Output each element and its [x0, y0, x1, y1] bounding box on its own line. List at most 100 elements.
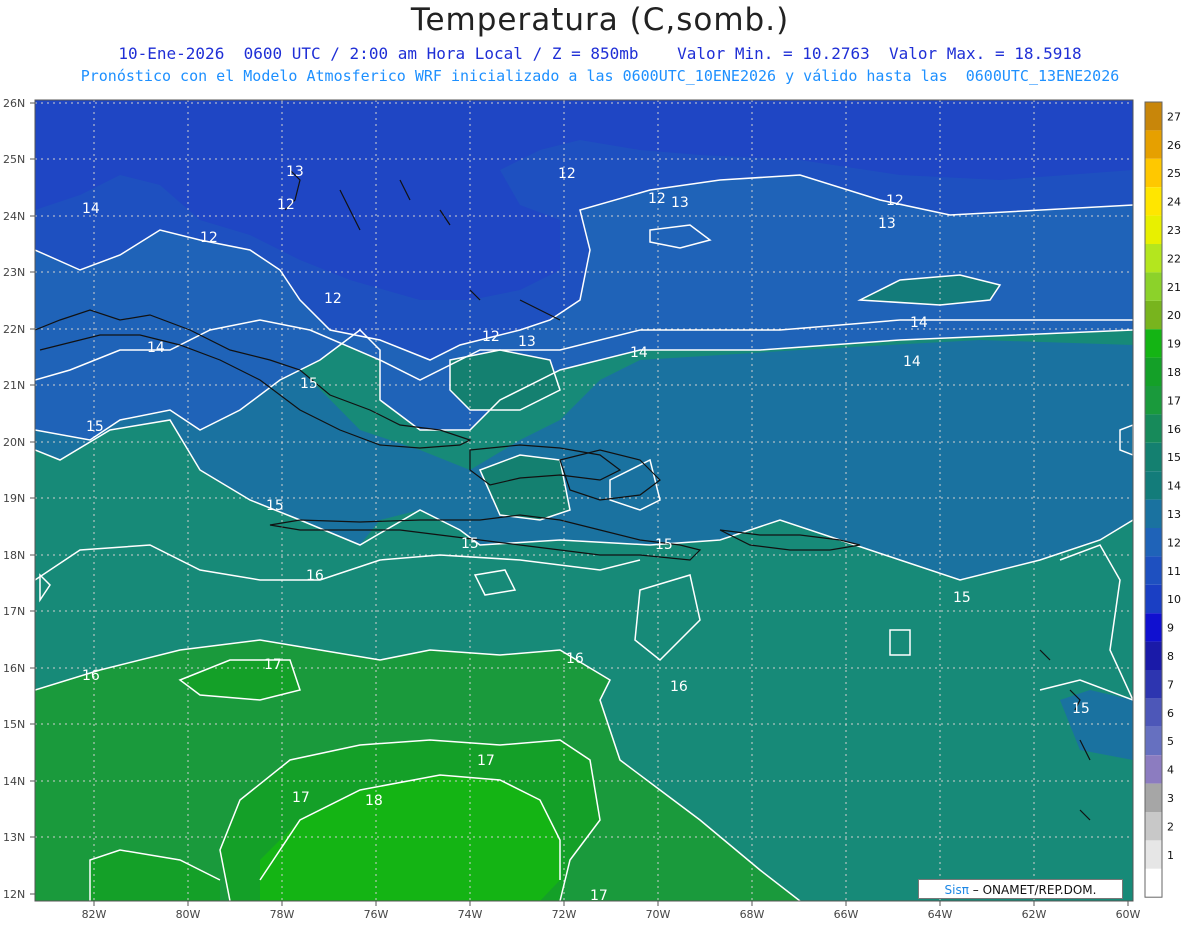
colorbar-label: 7 [1167, 678, 1174, 691]
contour-label: 16 [670, 679, 688, 695]
colorbar-swatch [1145, 783, 1162, 812]
lon-label: 68W [740, 908, 765, 921]
contour-label: 15 [461, 536, 479, 552]
contour-label: 14 [147, 340, 165, 356]
lat-label: 25N [3, 153, 25, 166]
credit-text: – ONAMET/REP.DOM. [968, 883, 1097, 897]
contour-label: 15 [655, 537, 673, 553]
contour-label: 12 [886, 193, 904, 209]
contour-label: 12 [558, 166, 576, 182]
lon-label: 80W [176, 908, 201, 921]
lon-label: 74W [458, 908, 483, 921]
colorbar-swatch [1145, 300, 1162, 330]
contour-label: 14 [903, 354, 921, 370]
colorbar-label: 21 [1167, 281, 1181, 294]
colorbar-label: 1 [1167, 849, 1174, 862]
lat-label: 23N [3, 266, 25, 279]
colorbar-label: 22 [1167, 252, 1181, 265]
longitude-labels: 82W 80W 78W 76W 74W 72W 70W 68W 66W 64W … [82, 908, 1141, 921]
lat-label: 26N [3, 97, 25, 110]
lon-label: 70W [646, 908, 671, 921]
colorbar-label: 12 [1167, 536, 1181, 549]
colorbar-swatch [1145, 840, 1162, 869]
contour-label: 15 [1072, 701, 1090, 717]
lat-label: 22N [3, 323, 25, 336]
lat-label: 19N [3, 492, 25, 505]
colorbar-label: 18 [1167, 366, 1181, 379]
lat-label: 14N [3, 775, 25, 788]
lat-label: 13N [3, 831, 25, 844]
colorbar-swatch [1145, 641, 1162, 670]
contour-label: 12 [200, 230, 218, 246]
lon-label: 78W [270, 908, 295, 921]
colorbar-swatch [1145, 329, 1162, 358]
contour-label: 16 [82, 668, 100, 684]
contour-label: 14 [630, 345, 648, 361]
contour-label: 18 [365, 793, 383, 809]
colorbar-label: 26 [1167, 139, 1181, 152]
colorbar-label: 4 [1167, 764, 1174, 777]
lon-label: 76W [364, 908, 389, 921]
lat-label: 21N [3, 379, 25, 392]
colorbar-label: 23 [1167, 224, 1181, 237]
lat-label: 24N [3, 210, 25, 223]
colorbar-label: 25 [1167, 167, 1181, 180]
colorbar-label: 27 [1167, 110, 1181, 123]
lat-label: 16N [3, 662, 25, 675]
contour-label: 17 [477, 753, 495, 769]
colorbar-swatch [1145, 812, 1162, 841]
colorbar-swatch [1145, 613, 1162, 642]
contour-label: 14 [910, 315, 928, 331]
lon-label: 82W [82, 908, 107, 921]
colorbar-swatch [1145, 272, 1162, 301]
contour-label: 17 [264, 657, 282, 673]
colorbar-label: 8 [1167, 650, 1174, 663]
contour-label: 13 [286, 164, 304, 180]
contour-label: 16 [566, 651, 584, 667]
colorbar-label: 14 [1167, 480, 1181, 493]
colorbar-swatch [1145, 442, 1162, 472]
colorbar: 2726252423222120191817161514131211109876… [1144, 101, 1181, 898]
colorbar-label: 16 [1167, 423, 1181, 436]
contour-label: 13 [671, 195, 689, 211]
colorbar-swatch [1145, 499, 1162, 528]
colorbar-swatch [1145, 755, 1162, 784]
lon-label: 72W [552, 908, 577, 921]
map-canvas: 26N 25N 24N 23N 22N 21N 20N 19N 18N 17N … [3, 97, 1181, 921]
colorbar-label: 19 [1167, 338, 1181, 351]
contour-label: 15 [86, 419, 104, 435]
contour-label: 15 [300, 376, 318, 392]
contour-label: 12 [648, 191, 666, 207]
lat-label: 18N [3, 549, 25, 562]
contour-label: 16 [306, 568, 324, 584]
colorbar-swatch [1145, 386, 1162, 415]
lon-label: 66W [834, 908, 859, 921]
colorbar-swatch [1145, 215, 1162, 244]
contour-label: 17 [292, 790, 310, 806]
colorbar-label: 3 [1167, 792, 1174, 805]
lat-label: 20N [3, 436, 25, 449]
contour-label: 17 [590, 888, 608, 904]
colorbar-swatch [1145, 414, 1162, 443]
contour-label: 15 [266, 498, 284, 514]
colorbar-swatch [1145, 698, 1162, 727]
colorbar-label: 11 [1167, 565, 1181, 578]
colorbar-swatch [1145, 868, 1162, 898]
colorbar-swatch [1145, 102, 1162, 131]
colorbar-label: 2 [1167, 820, 1174, 833]
colorbar-swatch [1145, 357, 1162, 386]
colorbar-label: 20 [1167, 309, 1181, 322]
colorbar-swatch [1145, 187, 1162, 216]
colorbar-label: 5 [1167, 735, 1174, 748]
contour-label: 13 [518, 334, 536, 350]
lat-label: 15N [3, 718, 25, 731]
sispi-logo-text: Sisπ [944, 883, 969, 897]
colorbar-swatch [1145, 528, 1162, 557]
colorbar-swatch [1145, 584, 1162, 614]
lon-label: 60W [1116, 908, 1141, 921]
colorbar-swatch [1145, 244, 1162, 273]
latitude-labels: 26N 25N 24N 23N 22N 21N 20N 19N 18N 17N … [3, 97, 25, 901]
colorbar-swatch [1145, 556, 1162, 585]
lon-label: 64W [928, 908, 953, 921]
contour-label: 13 [878, 216, 896, 232]
